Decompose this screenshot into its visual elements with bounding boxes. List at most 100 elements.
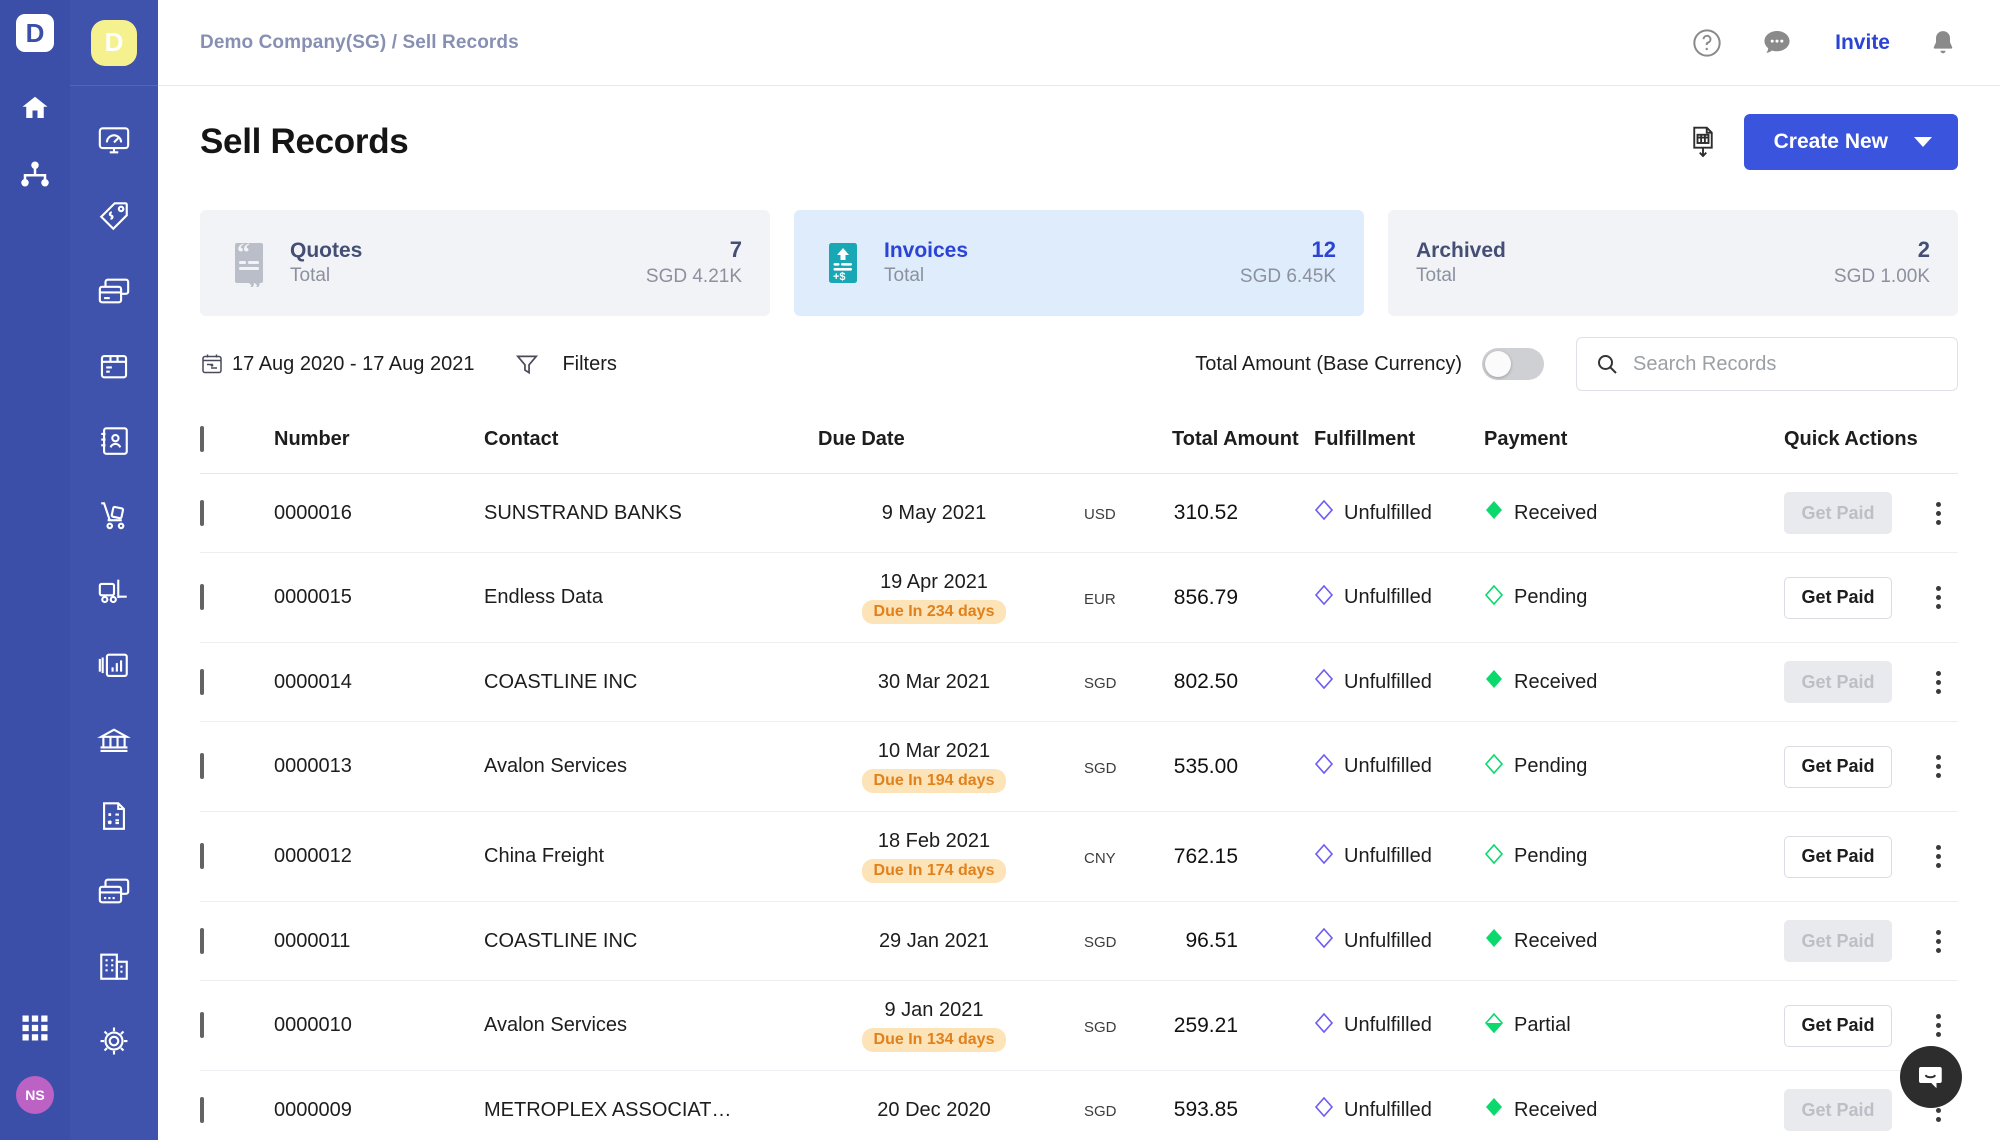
due-date-text: 29 Jan 2021	[878, 929, 990, 952]
row-checkbox[interactable]	[200, 927, 204, 954]
calculator-icon[interactable]	[84, 787, 144, 845]
date-range-picker[interactable]: 17 Aug 2020 - 17 Aug 2021	[200, 352, 474, 376]
col-payment[interactable]: Payment	[1484, 412, 1784, 474]
cards-icon[interactable]	[84, 262, 144, 320]
get-paid-button[interactable]: Get Paid	[1784, 835, 1892, 878]
get-paid-button[interactable]: Get Paid	[1784, 1089, 1892, 1131]
contacts-icon[interactable]	[84, 412, 144, 470]
row-checkbox[interactable]	[200, 1012, 204, 1038]
cell-number[interactable]: 0000014	[274, 642, 484, 722]
amount-value: 856.79	[1173, 585, 1238, 609]
dashboard-icon[interactable]	[84, 112, 144, 170]
table-row[interactable]: 0000011 COASTLINE INC 29 Jan 2021 SGD 96.51 U…	[200, 901, 1958, 981]
invite-button[interactable]: Invite	[1835, 31, 1890, 55]
cell-total-amount: EUR 856.79	[1084, 552, 1314, 643]
row-menu-icon[interactable]	[1936, 586, 1941, 609]
col-contact[interactable]: Contact	[484, 412, 784, 474]
export-download-icon[interactable]	[1688, 125, 1718, 159]
table-row[interactable]: 0000015 Endless Data 19 Apr 2021 Due In 234…	[200, 552, 1958, 643]
row-menu-icon[interactable]	[1936, 845, 1941, 868]
get-paid-button[interactable]: Get Paid	[1784, 745, 1892, 788]
cell-number[interactable]: 0000016	[274, 473, 484, 553]
breadcrumb[interactable]: Demo Company(SG) / Sell Records	[200, 32, 519, 54]
summary-card-quotes[interactable]: “ „ Quotes Total 7 SGD 4.21K	[200, 210, 770, 316]
table-row[interactable]: 0000014 COASTLINE INC 30 Mar 2021 SGD 802.50…	[200, 642, 1958, 722]
get-paid-button[interactable]: Get Paid	[1784, 1004, 1892, 1047]
question-circle-icon[interactable]	[1691, 27, 1723, 59]
filters-button[interactable]: Filters	[514, 351, 617, 377]
get-paid-button[interactable]: Get Paid	[1784, 576, 1892, 619]
bank-icon[interactable]	[84, 712, 144, 770]
fulfillment-label: Unfulfilled	[1344, 670, 1432, 693]
cell-number[interactable]: 0000015	[274, 552, 484, 643]
col-number[interactable]: Number	[274, 412, 484, 474]
bell-icon[interactable]	[1928, 27, 1958, 59]
cell-contact[interactable]: METROPLEX ASSOCIAT…	[484, 1070, 784, 1140]
chat-bubble-icon[interactable]	[1761, 27, 1793, 59]
row-checkbox[interactable]	[200, 753, 204, 779]
cell-contact[interactable]: Avalon Services	[484, 721, 784, 812]
payment-label: Pending	[1514, 755, 1588, 777]
cell-total-amount: SGD 593.85	[1084, 1070, 1314, 1140]
row-checkbox[interactable]	[200, 499, 204, 526]
forklift-icon[interactable]	[84, 562, 144, 620]
table-body: 0000016 SUNSTRAND BANKS 9 May 2021 USD 310.5…	[200, 473, 1958, 1140]
row-menu-icon[interactable]	[1936, 929, 1941, 953]
row-menu-icon[interactable]	[1936, 670, 1941, 694]
select-all-checkbox[interactable]	[200, 426, 204, 452]
table-row[interactable]: 0000010 Avalon Services 9 Jan 2021 Due In 1…	[200, 980, 1958, 1071]
cell-contact[interactable]: COASTLINE INC	[484, 901, 784, 981]
gear-icon[interactable]	[84, 1012, 144, 1070]
get-paid-button[interactable]: Get Paid	[1784, 920, 1892, 962]
cell-number[interactable]: 0000011	[274, 901, 484, 981]
row-checkbox[interactable]	[200, 1096, 204, 1123]
cell-contact[interactable]: SUNSTRAND BANKS	[484, 473, 784, 553]
table-row[interactable]: 0000013 Avalon Services 10 Mar 2021 Due In …	[200, 721, 1958, 812]
price-tag-icon[interactable]	[84, 187, 144, 245]
table-row[interactable]: 0000009 METROPLEX ASSOCIAT… 20 Dec 2020 SGD…	[200, 1070, 1958, 1140]
cell-contact[interactable]: Endless Data	[484, 552, 784, 643]
cell-contact[interactable]: Avalon Services	[484, 980, 784, 1071]
row-menu-icon[interactable]	[1936, 1014, 1941, 1037]
row-checkbox[interactable]	[200, 584, 204, 610]
cell-number[interactable]: 0000009	[274, 1070, 484, 1140]
col-fulfillment[interactable]: Fulfillment	[1314, 412, 1484, 474]
row-checkbox[interactable]	[200, 843, 204, 869]
workspace-switcher[interactable]: D	[70, 0, 158, 86]
get-paid-button[interactable]: Get Paid	[1784, 661, 1892, 703]
col-due-date[interactable]: Due Date	[784, 412, 1084, 474]
summary-card-invoices[interactable]: +$ Invoices Total 12 SGD 6.45K	[794, 210, 1364, 316]
search-input[interactable]	[1633, 352, 1939, 376]
create-new-button[interactable]: Create New	[1743, 114, 1958, 170]
summary-card-archived[interactable]: Archived Total 2 SGD 1.00K	[1388, 210, 1958, 316]
row-menu-icon[interactable]	[1936, 501, 1941, 525]
cell-contact[interactable]: China Freight	[484, 811, 784, 902]
user-avatar[interactable]: NS	[16, 1076, 54, 1114]
payment-cards-icon[interactable]	[84, 862, 144, 920]
get-paid-button[interactable]: Get Paid	[1784, 492, 1892, 534]
apps-grid-icon[interactable]	[13, 1006, 57, 1050]
chart-icon[interactable]	[84, 637, 144, 695]
table-row[interactable]: 0000012 China Freight 18 Feb 2021 Due In 17…	[200, 811, 1958, 902]
base-currency-toggle[interactable]	[1482, 348, 1544, 380]
row-checkbox[interactable]	[200, 668, 204, 695]
cell-number[interactable]: 0000010	[274, 980, 484, 1071]
building-icon[interactable]	[84, 937, 144, 995]
cell-quick-actions: Get Paid	[1784, 811, 1958, 902]
row-menu-icon[interactable]	[1936, 755, 1941, 778]
cell-number[interactable]: 0000013	[274, 721, 484, 812]
col-total-amount[interactable]: Total Amount	[1084, 412, 1314, 474]
home-icon[interactable]	[13, 86, 57, 130]
search-records-box[interactable]	[1576, 337, 1958, 391]
network-icon[interactable]	[13, 152, 57, 196]
hand-truck-icon[interactable]	[84, 487, 144, 545]
table-row[interactable]: 0000016 SUNSTRAND BANKS 9 May 2021 USD 310.5…	[200, 473, 1958, 553]
box-icon[interactable]	[84, 337, 144, 395]
chat-smile-icon[interactable]	[1900, 1046, 1962, 1108]
row-select-cell	[200, 552, 274, 643]
cell-contact[interactable]: COASTLINE INC	[484, 642, 784, 722]
app-logo[interactable]: D	[16, 14, 54, 52]
cell-number[interactable]: 0000012	[274, 811, 484, 902]
payment-diamond-icon	[1484, 927, 1504, 955]
payment-label: Received	[1514, 929, 1598, 952]
